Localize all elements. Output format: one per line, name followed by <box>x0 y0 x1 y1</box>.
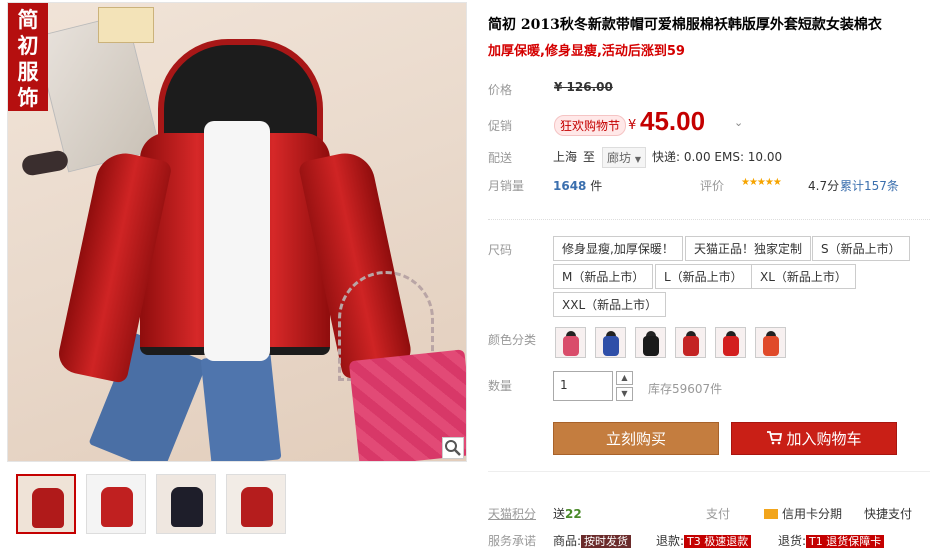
zoom-icon[interactable] <box>442 437 464 459</box>
main-product-image[interactable]: 简 初 服 饰 <box>7 2 467 462</box>
divider <box>488 219 930 220</box>
thumbnail-4[interactable] <box>226 474 286 534</box>
size-option[interactable]: L（新品上市） <box>655 264 752 289</box>
product-title: 简初 2013秋冬新款带帽可爱棉服棉袄韩版厚外套短款女装棉衣 <box>488 17 882 33</box>
jeans-right <box>200 351 282 461</box>
swatch-coat <box>763 336 779 356</box>
swatch-coat <box>683 336 699 356</box>
currency-symbol: ¥ <box>628 118 637 133</box>
buy-now-button[interactable]: 立刻购买 <box>553 422 719 455</box>
ship-from: 上海 <box>553 150 578 164</box>
destination-value: 廊坊 <box>607 151 632 165</box>
sales-unit: 件 <box>590 179 603 193</box>
brand-badge: 简 初 服 饰 <box>8 3 48 111</box>
swatch-coat <box>563 336 579 356</box>
add-to-cart-label: 加入购物车 <box>786 430 862 448</box>
price-label: 价格 <box>488 83 513 97</box>
gift-box-decoration <box>98 7 154 43</box>
swatch-coat <box>603 336 619 356</box>
size-option[interactable]: M（新品上市） <box>553 264 654 289</box>
pay-label: 支付 <box>706 507 731 521</box>
swatch-coat <box>643 336 659 356</box>
sales-label: 月销量 <box>488 179 525 193</box>
thumbnail-strip <box>16 474 286 534</box>
sales-count: 1648 <box>553 179 587 193</box>
size-option[interactable]: S（新品上市） <box>812 236 910 261</box>
service-refund: 退款: T3 极速退款 <box>656 532 752 549</box>
destination-select[interactable]: 廊坊 ▼ <box>602 147 646 168</box>
thumbnail-3[interactable] <box>156 474 216 534</box>
points-value-wrap: 送22 <box>553 505 582 522</box>
credit-card-installment[interactable]: 信用卡分期 <box>764 505 842 522</box>
color-swatch[interactable] <box>675 327 706 358</box>
size-option[interactable]: XL（新品上市） <box>751 264 856 289</box>
add-to-cart-button[interactable]: 加入购物车 <box>731 422 897 455</box>
chevron-down-icon[interactable]: ⌄ <box>734 116 743 129</box>
return-prefix: 退货: <box>778 534 807 548</box>
points-prefix: 送 <box>553 507 566 521</box>
promo-tag[interactable]: 狂欢购物节 <box>554 115 627 136</box>
credit-card-icon <box>764 509 778 519</box>
quantity-label: 数量 <box>488 379 513 393</box>
color-swatch[interactable] <box>555 327 586 358</box>
swatch-coat <box>723 336 739 356</box>
quick-pay[interactable]: 快捷支付 <box>864 505 912 522</box>
credit-card-label: 信用卡分期 <box>782 507 843 521</box>
quantity-input[interactable]: 1 <box>553 371 613 401</box>
chevron-down-icon: ▼ <box>634 155 641 164</box>
sales-count-wrap: 1648 件 <box>553 177 602 194</box>
size-option[interactable]: 修身显瘦,加厚保暖！ <box>553 236 683 261</box>
service-label: 服务承诺 <box>488 534 537 548</box>
points-value: 22 <box>565 507 582 521</box>
color-swatch[interactable] <box>595 327 626 358</box>
quantity-up-button[interactable]: ▲ <box>616 371 633 385</box>
rating-label: 评价 <box>700 179 725 193</box>
thumbnail-coat <box>241 487 273 527</box>
sunglasses-decoration <box>20 149 70 177</box>
size-option[interactable]: 天猫正品！独家定制 <box>685 236 812 261</box>
goods-prefix: 商品: <box>553 534 582 548</box>
ship-to-word: 至 <box>583 150 596 164</box>
color-swatch[interactable] <box>755 327 786 358</box>
refund-prefix: 退款: <box>656 534 685 548</box>
rating-score: 4.7分 <box>808 179 840 193</box>
quantity-down-button[interactable]: ▼ <box>616 387 633 401</box>
thumbnail-coat <box>32 488 64 528</box>
divider <box>488 471 930 472</box>
thumbnail-coat <box>101 487 133 527</box>
thumbnail-1[interactable] <box>16 474 76 534</box>
color-swatch[interactable] <box>715 327 746 358</box>
thumbnail-coat <box>171 487 203 527</box>
shipping-label: 配送 <box>488 151 513 165</box>
product-subtitle: 加厚保暖,修身显瘦,活动后涨到59 <box>488 44 685 59</box>
goods-tag[interactable]: 按时发货 <box>581 535 632 548</box>
color-swatch[interactable] <box>635 327 666 358</box>
promo-label: 促销 <box>488 119 513 133</box>
points-label[interactable]: 天猫积分 <box>488 505 536 522</box>
stock-count: 库存59607件 <box>648 382 723 396</box>
original-price: ¥ 126.00 <box>554 80 613 94</box>
return-tag[interactable]: T1 退货保障卡 <box>806 535 885 548</box>
review-count-link[interactable]: 累计157条 <box>840 177 899 194</box>
refund-tag[interactable]: T3 极速退款 <box>684 535 752 548</box>
cart-icon <box>767 431 783 445</box>
rating-stars: ★★★★★ <box>741 177 782 188</box>
shirt-inner <box>204 121 270 361</box>
size-option[interactable]: XXL（新品上市） <box>553 292 667 317</box>
current-price: 45.00 <box>640 106 706 136</box>
color-label: 颜色分类 <box>488 333 537 347</box>
service-goods: 商品: 按时发货 <box>553 532 632 549</box>
size-label: 尺码 <box>488 243 513 257</box>
shipping-fee: 快递: 0.00 EMS: 10.00 <box>652 150 783 164</box>
thumbnail-2[interactable] <box>86 474 146 534</box>
service-return: 退货: T1 退货保障卡 <box>778 532 885 549</box>
